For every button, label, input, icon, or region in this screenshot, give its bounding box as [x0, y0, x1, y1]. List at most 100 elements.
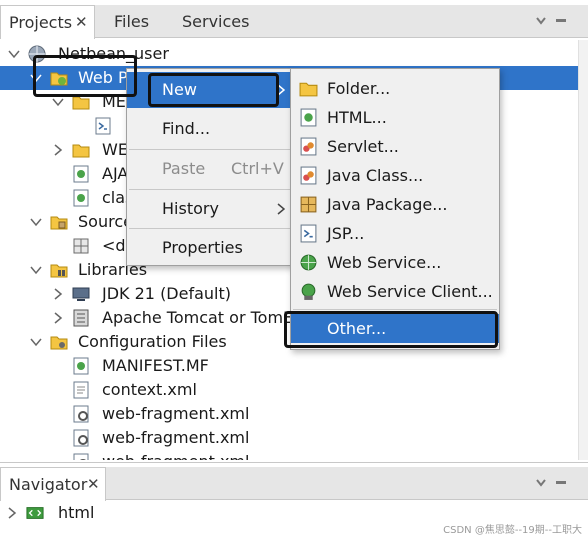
vertical-scrollbar[interactable] — [578, 40, 588, 460]
html-tag-icon — [26, 507, 44, 519]
menu-separator — [129, 149, 291, 150]
tree-row-file[interactable]: web-fragment.xml — [0, 450, 578, 460]
servlet-icon — [300, 137, 317, 156]
submenu-item-label: HTML... — [327, 108, 387, 127]
submenu-item-label: Web Service Client... — [327, 282, 493, 301]
chevron-right-icon[interactable] — [6, 506, 18, 520]
submenu-item-java-package[interactable]: Java Package... — [291, 190, 499, 219]
chevron-down-icon[interactable] — [52, 95, 64, 109]
tree-label: web-fragment.xml — [102, 404, 250, 423]
jdk-icon — [72, 287, 90, 301]
submenu-item-folder[interactable]: Folder... — [291, 74, 499, 103]
tree-label: WE — [102, 140, 128, 159]
folder-icon — [299, 82, 318, 97]
submenu-item-label: JSP... — [327, 224, 365, 243]
tab-services-label: Services — [182, 12, 250, 31]
manifest-file-icon — [73, 357, 89, 375]
close-icon[interactable]: ✕ — [87, 468, 100, 501]
submenu-item-servlet[interactable]: Servlet... — [291, 132, 499, 161]
xml-file-icon — [73, 381, 89, 399]
tree-row-file[interactable]: web-fragment.xml — [0, 402, 578, 426]
html-file-icon — [300, 108, 317, 127]
tree-label: web-fragment.xml — [102, 452, 249, 460]
web-service-client-icon — [301, 283, 316, 300]
submenu-item-web-service-client[interactable]: Web Service Client... — [291, 277, 499, 306]
projects-tabbar: Projects ✕ Files Services — [0, 5, 588, 39]
menu-item-label: Find... — [162, 119, 211, 138]
submenu-item-java-class[interactable]: Java Class... — [291, 161, 499, 190]
tab-navigator[interactable]: Navigator ✕ — [0, 467, 106, 501]
menu-item-label: Paste — [162, 159, 206, 178]
config-folder-icon — [50, 336, 68, 350]
submenu-arrow-icon — [277, 203, 285, 215]
shortcut-label: Ctrl+V — [231, 159, 284, 178]
xml-config-icon — [73, 453, 89, 460]
navigator-tabbar: Navigator ✕ — [0, 467, 588, 501]
tab-files[interactable]: Files — [114, 5, 149, 38]
tree-row-file[interactable]: MANIFEST.MF — [0, 354, 578, 378]
menu-item-label: History — [162, 199, 219, 218]
dropdown-icon[interactable] — [534, 475, 548, 489]
menu-separator — [129, 189, 291, 190]
tree-label: AJA — [102, 164, 129, 183]
chevron-down-icon[interactable] — [8, 47, 20, 61]
submenu-item-label: Java Package... — [327, 195, 448, 214]
chevron-down-icon[interactable] — [30, 335, 42, 349]
menu-separator — [129, 228, 291, 229]
menu-item-find[interactable]: Find... — [127, 111, 293, 147]
chevron-right-icon[interactable] — [52, 143, 64, 157]
close-icon[interactable]: ✕ — [75, 6, 88, 39]
web-service-icon — [300, 254, 317, 271]
submenu-item-label: Java Class... — [327, 166, 424, 185]
dropdown-icon[interactable] — [534, 13, 548, 27]
tree-label: Configuration Files — [78, 332, 227, 351]
highlight-box-new — [148, 73, 279, 107]
chevron-right-icon[interactable] — [52, 287, 64, 301]
tree-label: Apache Tomcat or TomEE — [102, 308, 304, 327]
highlight-box-other — [284, 311, 498, 348]
tree-label: JDK 21 (Default) — [102, 284, 232, 303]
tree-label: MANIFEST.MF — [102, 356, 209, 375]
tab-navigator-label: Navigator — [9, 475, 88, 494]
chevron-right-icon[interactable] — [52, 311, 64, 325]
folder-icon — [72, 144, 90, 158]
menu-item-properties[interactable]: Properties — [127, 230, 293, 266]
menu-item-history[interactable]: History — [127, 191, 293, 227]
navigator-panel: Navigator ✕ html CSDN @焦思懿--19期--工职大 — [0, 462, 588, 540]
tree-row-file[interactable]: context.xml — [0, 378, 578, 402]
menu-item-paste: Paste Ctrl+V — [127, 151, 293, 187]
tree-label: context.xml — [102, 380, 197, 399]
tab-services[interactable]: Services — [182, 5, 249, 38]
library-folder-icon — [50, 264, 68, 278]
tree-row-file[interactable]: web-fragment.xml — [0, 426, 578, 450]
package-icon — [73, 238, 89, 254]
source-folder-icon — [50, 216, 68, 230]
jsp-file-icon — [95, 117, 111, 135]
html-file-icon — [73, 189, 89, 207]
submenu-item-label: Folder... — [327, 79, 391, 98]
tree-label: web-fragment.xml — [102, 428, 250, 447]
submenu-item-label: Web Service... — [327, 253, 442, 272]
tree-label: Source — [78, 212, 133, 231]
xml-config-icon — [73, 429, 89, 447]
minimize-icon[interactable] — [554, 13, 568, 27]
highlight-box-web-pages — [33, 55, 137, 97]
java-class-icon — [300, 166, 317, 185]
tab-projects-label: Projects — [9, 13, 73, 32]
minimize-icon[interactable] — [554, 475, 568, 489]
jsp-file-icon — [300, 224, 317, 243]
html-file-icon — [73, 165, 89, 183]
server-library-icon — [73, 309, 89, 327]
xml-config-icon — [73, 405, 89, 423]
watermark: CSDN @焦思懿--19期--工职大 — [443, 525, 582, 536]
submenu-item-html[interactable]: HTML... — [291, 103, 499, 132]
menu-item-label: Properties — [162, 238, 243, 257]
chevron-down-icon[interactable] — [30, 215, 42, 229]
submenu-item-web-service[interactable]: Web Service... — [291, 248, 499, 277]
tree-label: html — [58, 503, 95, 522]
tab-files-label: Files — [114, 12, 150, 31]
submenu-item-jsp[interactable]: JSP... — [291, 219, 499, 248]
chevron-down-icon[interactable] — [30, 263, 42, 277]
tab-projects[interactable]: Projects ✕ — [0, 5, 95, 39]
new-submenu: Folder... HTML... Servlet... Java Class.… — [290, 68, 500, 350]
